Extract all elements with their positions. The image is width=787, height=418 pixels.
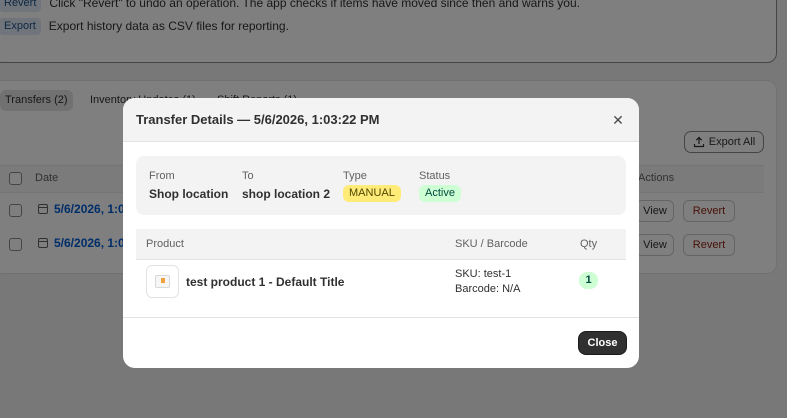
type-label: Type — [343, 170, 367, 182]
column-qty: Qty — [580, 238, 598, 250]
type-badge: MANUAL — [343, 185, 401, 202]
modal-header: Transfer Details — 5/6/2026, 1:03:22 PM … — [123, 98, 639, 142]
sku-value: SKU: test-1 — [455, 268, 512, 280]
modal-title: Transfer Details — 5/6/2026, 1:03:22 PM — [136, 112, 380, 127]
column-product: Product — [146, 238, 184, 250]
items-table: Product SKU / Barcode Qty test product 1… — [136, 229, 626, 315]
close-icon[interactable]: ✕ — [610, 112, 626, 128]
product-image-icon — [155, 275, 170, 288]
barcode-value: Barcode: N/A — [455, 283, 521, 295]
product-thumbnail — [146, 265, 179, 298]
status-label: Status — [419, 170, 451, 182]
status-badge: Active — [419, 185, 461, 202]
from-value: Shop location — [149, 187, 229, 201]
product-name: test product 1 - Default Title — [186, 275, 345, 289]
column-sku: SKU / Barcode — [455, 238, 528, 250]
to-value: shop location 2 — [242, 187, 331, 201]
transfer-info: From Shop location To shop location 2 Ty… — [136, 156, 626, 215]
to-label: To — [242, 170, 254, 182]
modal-footer: Close — [123, 317, 639, 368]
items-table-header: Product SKU / Barcode Qty — [136, 229, 626, 260]
close-button[interactable]: Close — [579, 332, 626, 354]
transfer-details-modal: Transfer Details — 5/6/2026, 1:03:22 PM … — [123, 98, 639, 368]
qty-badge: 1 — [579, 272, 598, 289]
from-label: From — [149, 170, 175, 182]
